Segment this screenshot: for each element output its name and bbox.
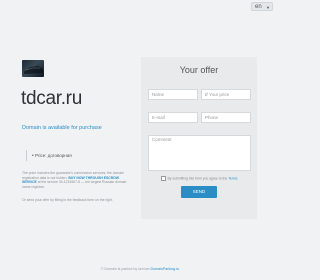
email-placeholder: E-mail xyxy=(152,115,165,120)
price-placeholder: ₽ Your price xyxy=(205,92,230,97)
info-text-2: at the service 30-1234567-8 — the larges… xyxy=(22,180,127,189)
language-label: en xyxy=(255,4,262,10)
email-field[interactable]: E-mail xyxy=(148,112,198,123)
footer-link[interactable]: DomainParking.ru xyxy=(151,267,180,271)
language-selector[interactable]: en ▼ xyxy=(251,2,273,11)
footer: © Domain is parked by service DomainPark… xyxy=(0,267,280,271)
name-placeholder: Name xyxy=(152,92,165,97)
consent-checkbox[interactable] xyxy=(160,176,166,181)
bullet-icon: • xyxy=(32,153,34,159)
price-box: • Price: договорная xyxy=(26,150,122,161)
chevron-down-icon: ▼ xyxy=(266,5,270,10)
offer-title: Your offer xyxy=(179,65,219,75)
domain-logo xyxy=(22,60,44,77)
offer-panel: Your offer Name ₽ Your price E-mail Phon… xyxy=(141,57,257,219)
terms-link[interactable]: Terms xyxy=(228,176,237,180)
footer-text: © Domain is parked by service xyxy=(100,267,150,271)
phone-field[interactable]: Phone xyxy=(201,112,251,123)
consent-text: By submitting this form you agree to the xyxy=(167,176,228,181)
name-field[interactable]: Name xyxy=(148,89,198,100)
comment-placeholder: Comment xyxy=(152,137,172,142)
send-button[interactable]: SEND xyxy=(181,186,217,198)
price-field[interactable]: ₽ Your price xyxy=(201,89,251,100)
info-text-3: Or send your offer by filling in the fee… xyxy=(22,198,113,202)
domain-name: tdcar.ru xyxy=(21,88,82,109)
comment-field[interactable]: Comment xyxy=(148,135,251,171)
price-label: Price: договорная xyxy=(35,153,72,158)
consent-row: By submitting this form you agree to the… xyxy=(141,176,257,181)
phone-placeholder: Phone xyxy=(205,115,219,120)
info-text: The price includes the guarantor's commi… xyxy=(22,171,130,189)
availability-text: Domain is available for purchase xyxy=(22,125,102,131)
